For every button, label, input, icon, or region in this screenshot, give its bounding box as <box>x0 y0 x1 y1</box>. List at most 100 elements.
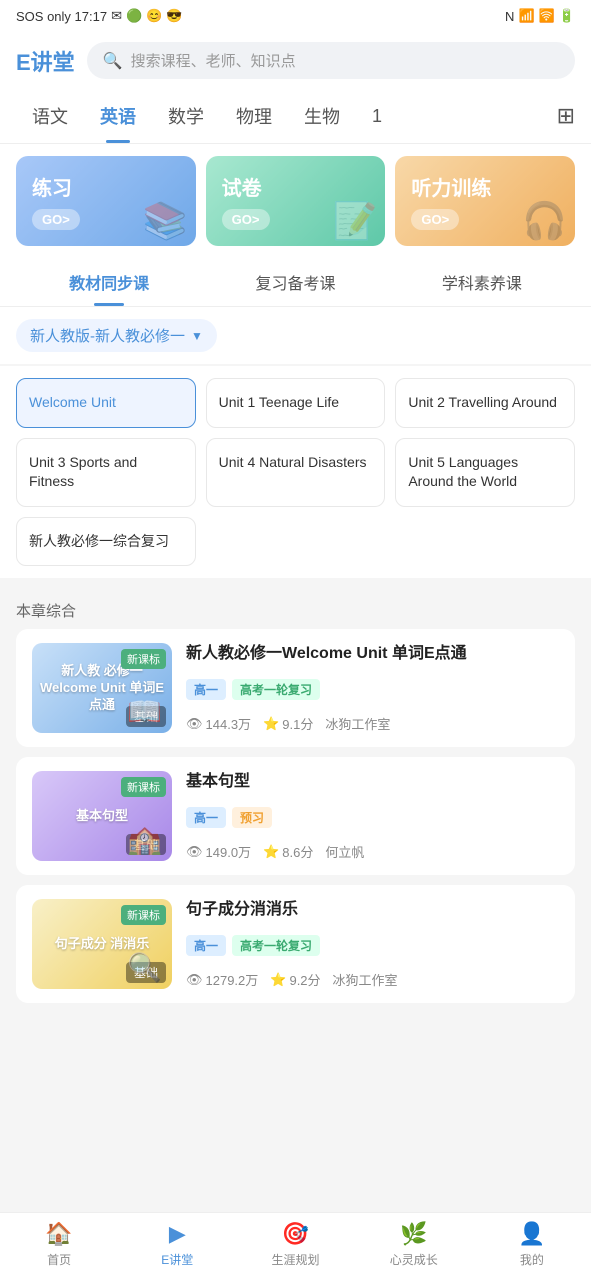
author-2: 何立帆 <box>325 842 364 861</box>
course-card-1[interactable]: 新人教 必修一 Welcome Unit 单词E点通 新课标 基础 📖 新人教必… <box>16 629 575 747</box>
banner-practice[interactable]: 练习 GO> 📚 <box>16 156 196 246</box>
textbook-label: 新人教版-新人教必修一 <box>30 325 185 346</box>
unit-cell-1[interactable]: Unit 1 Teenage Life <box>206 378 386 428</box>
course-type-tabs: 教材同步课 复习备考课 学科素养课 <box>0 258 591 307</box>
course-info-1: 新人教必修一Welcome Unit 单词E点通 高一 高考一轮复习 👁 144… <box>186 643 559 733</box>
banner-exam-go[interactable]: GO> <box>222 209 270 230</box>
status-emoji2: 🟢 <box>126 8 142 24</box>
status-right: N 📶 🛜 🔋 <box>505 8 575 24</box>
grid-icon[interactable]: ⊞ <box>541 89 575 143</box>
unit-grid: Welcome Unit Unit 1 Teenage Life Unit 2 … <box>0 366 591 578</box>
views-2: 👁 149.0万 <box>186 842 251 861</box>
rating-2: ⭐ 8.6分 <box>263 842 313 861</box>
target-icon: 🎯 <box>282 1221 309 1247</box>
signal-icon: 📶 <box>518 8 534 24</box>
course-tags-3: 高一 高考一轮复习 <box>186 935 559 956</box>
rating-1: ⭐ 9.1分 <box>263 714 313 733</box>
tab-review-course[interactable]: 复习备考课 <box>202 258 388 306</box>
subject-tab-chinese[interactable]: 语文 <box>16 89 84 143</box>
nfc-icon: N <box>505 9 514 24</box>
nav-growth-label: 心灵成长 <box>390 1251 438 1268</box>
course-meta-1: 👁 144.3万 ⭐ 9.1分 冰狗工作室 <box>186 714 559 733</box>
wifi-icon: 🛜 <box>539 8 555 24</box>
nav-career[interactable]: 🎯 生涯规划 <box>236 1213 354 1280</box>
course-title-3: 句子成分消消乐 <box>186 899 559 921</box>
views-3: 👁 1279.2万 <box>186 970 258 989</box>
course-info-2: 基本句型 高一 预习 👁 149.0万 ⭐ 8.6分 何立帆 <box>186 771 559 861</box>
course-thumb-1: 新人教 必修一 Welcome Unit 单词E点通 新课标 基础 📖 <box>32 643 172 733</box>
status-emoji3: 😊 <box>146 8 162 24</box>
subject-tabs: 语文 英语 数学 物理 生物 1 ⊞ <box>0 89 591 144</box>
subject-tab-english[interactable]: 英语 <box>84 89 152 143</box>
unit-cell-5[interactable]: Unit 5 Languages Around the World <box>395 438 575 507</box>
nav-home[interactable]: 🏠 首页 <box>0 1213 118 1280</box>
cards-section: 新人教 必修一 Welcome Unit 单词E点通 新课标 基础 📖 新人教必… <box>0 629 591 1093</box>
nav-profile[interactable]: 👤 我的 <box>473 1213 591 1280</box>
banner-listening[interactable]: 听力训练 GO> 🎧 <box>395 156 575 246</box>
author-1: 冰狗工作室 <box>325 714 390 733</box>
thumb-illust-2: 🏫 <box>127 823 162 856</box>
banner-listening-title: 听力训练 <box>411 172 559 201</box>
sos-time: SOS only 17:17 <box>16 9 107 24</box>
thumb-illust-3: 🔍 <box>127 951 162 984</box>
course-card-3[interactable]: 句子成分 消消乐 新课标 基础 🔍 句子成分消消乐 高一 高考一轮复习 👁 12… <box>16 885 575 1003</box>
banner-exam[interactable]: 试卷 GO> 📝 <box>206 156 386 246</box>
unit-cell-review[interactable]: 新人教必修一综合复习 <box>16 517 196 567</box>
tag-type-2: 预习 <box>232 807 272 828</box>
course-thumb-2: 基本句型 新课标 基础 🏫 <box>32 771 172 861</box>
status-emoji1: ✉ <box>111 8 122 24</box>
thumb-text-2: 基本句型 <box>68 800 136 833</box>
nav-career-label: 生涯规划 <box>272 1251 320 1268</box>
search-bar[interactable]: 🔍 搜索课程、老师、知识点 <box>87 42 575 79</box>
unit-cell-3[interactable]: Unit 3 Sports and Fitness <box>16 438 196 507</box>
thumb-illust-1: 📖 <box>127 695 162 728</box>
unit-cell-welcome[interactable]: Welcome Unit <box>16 378 196 428</box>
new-badge-3: 新课标 <box>121 905 166 925</box>
tab-sync-course[interactable]: 教材同步课 <box>16 258 202 306</box>
subject-tab-biology[interactable]: 生物 <box>288 89 356 143</box>
search-placeholder: 搜索课程、老师、知识点 <box>131 50 296 71</box>
course-card-2[interactable]: 基本句型 新课标 基础 🏫 基本句型 高一 预习 👁 149.0万 ⭐ 8.6分… <box>16 757 575 875</box>
subject-tab-more-num[interactable]: 1 <box>356 92 398 141</box>
tag-type-1: 高考一轮复习 <box>232 679 320 700</box>
textbook-dropdown[interactable]: 新人教版-新人教必修一 ▼ <box>16 319 217 352</box>
banner-section: 练习 GO> 📚 试卷 GO> 📝 听力训练 GO> 🎧 <box>0 144 591 258</box>
status-emoji4: 😎 <box>166 8 182 24</box>
battery-icon: 🔋 <box>559 8 575 24</box>
new-badge-1: 新课标 <box>121 649 166 669</box>
course-tags-1: 高一 高考一轮复习 <box>186 679 559 700</box>
course-meta-2: 👁 149.0万 ⭐ 8.6分 何立帆 <box>186 842 559 861</box>
tab-quality-course[interactable]: 学科素养课 <box>389 258 575 306</box>
nav-home-label: 首页 <box>47 1251 71 1268</box>
home-icon: 🏠 <box>45 1221 72 1247</box>
banner-listening-go[interactable]: GO> <box>411 209 459 230</box>
search-icon: 🔍 <box>103 51 123 71</box>
tag-type-3: 高考一轮复习 <box>232 935 320 956</box>
course-tags-2: 高一 预习 <box>186 807 559 828</box>
course-meta-3: 👁 1279.2万 ⭐ 9.2分 冰狗工作室 <box>186 970 559 989</box>
banner-practice-go[interactable]: GO> <box>32 209 80 230</box>
play-icon: ▶ <box>169 1221 186 1247</box>
unit-cell-4[interactable]: Unit 4 Natural Disasters <box>206 438 386 507</box>
bottom-nav: 🏠 首页 ▶ E讲堂 🎯 生涯规划 🌿 心灵成长 👤 我的 <box>0 1212 591 1280</box>
rating-3: ⭐ 9.2分 <box>270 970 320 989</box>
header: E讲堂 🔍 搜索课程、老师、知识点 <box>0 32 591 89</box>
textbook-selector: 新人教版-新人教必修一 ▼ <box>0 307 591 364</box>
subject-tab-math[interactable]: 数学 <box>152 89 220 143</box>
banner-exam-title: 试卷 <box>222 172 370 201</box>
author-3: 冰狗工作室 <box>333 970 398 989</box>
status-bar: SOS only 17:17 ✉ 🟢 😊 😎 N 📶 🛜 🔋 <box>0 0 591 32</box>
banner-listening-deco: 🎧 <box>522 200 567 242</box>
subject-tab-physics[interactable]: 物理 <box>220 89 288 143</box>
views-1: 👁 144.3万 <box>186 714 251 733</box>
course-info-3: 句子成分消消乐 高一 高考一轮复习 👁 1279.2万 ⭐ 9.2分 冰狗工作室 <box>186 899 559 989</box>
tag-grade-2: 高一 <box>186 807 226 828</box>
status-left: SOS only 17:17 ✉ 🟢 😊 😎 <box>16 8 183 24</box>
unit-cell-2[interactable]: Unit 2 Travelling Around <box>395 378 575 428</box>
new-badge-2: 新课标 <box>121 777 166 797</box>
nav-growth[interactable]: 🌿 心灵成长 <box>355 1213 473 1280</box>
leaf-icon: 🌿 <box>400 1221 427 1247</box>
nav-ejiangtang[interactable]: ▶ E讲堂 <box>118 1213 236 1280</box>
section-title: 本章综合 <box>0 588 591 629</box>
nav-ejiangtang-label: E讲堂 <box>161 1251 193 1268</box>
